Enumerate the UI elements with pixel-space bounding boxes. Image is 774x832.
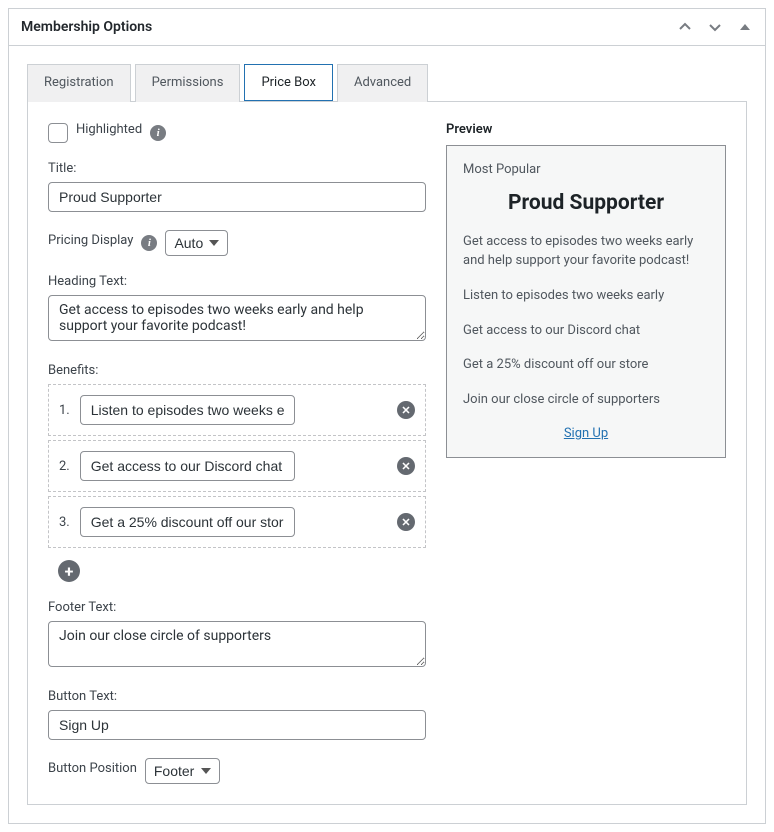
benefit-input[interactable] — [80, 451, 295, 481]
button-text-label: Button Text: — [48, 689, 117, 704]
help-icon[interactable]: i — [141, 235, 157, 251]
button-text-input[interactable] — [48, 710, 426, 740]
preview-signup-link[interactable]: Sign Up — [564, 426, 608, 441]
tabs: Registration Permissions Price Box Advan… — [27, 64, 747, 102]
preview-heading: Get access to episodes two weeks early a… — [463, 233, 709, 271]
preview-benefit: Get access to our Discord chat — [463, 322, 709, 341]
benefit-row[interactable]: 1. ✕ — [48, 384, 426, 436]
help-icon[interactable]: i — [150, 125, 166, 141]
tab-price-box[interactable]: Price Box — [244, 64, 333, 101]
remove-benefit-button[interactable]: ✕ — [397, 457, 415, 475]
button-text-field: Button Text: — [48, 689, 426, 740]
pricing-display-row: Pricing Display i Auto — [48, 230, 426, 256]
preview-title: Proud Supporter — [463, 191, 709, 215]
preview-signup: Sign Up — [463, 426, 709, 441]
title-input[interactable] — [48, 182, 426, 212]
panel-header: Membership Options — [9, 9, 765, 46]
button-position-select[interactable]: Footer — [145, 758, 220, 784]
title-field: Title: — [48, 161, 426, 212]
panel-body: Registration Permissions Price Box Advan… — [9, 46, 765, 823]
preview-benefit: Get a 25% discount off our store — [463, 356, 709, 375]
heading-text-label: Heading Text: — [48, 274, 127, 289]
footer-text-label: Footer Text: — [48, 600, 116, 615]
benefit-row[interactable]: 2. ✕ — [48, 440, 426, 492]
tab-content: Highlighted i Title: Pricing Display i A… — [27, 102, 747, 805]
preview-column: Preview Most Popular Proud Supporter Get… — [446, 122, 726, 784]
preview-label: Preview — [446, 122, 726, 137]
benefit-num: 2. — [59, 459, 70, 474]
highlighted-row: Highlighted i — [48, 122, 426, 143]
footer-text-field: Footer Text: Join our close circle of su… — [48, 600, 426, 671]
highlighted-label: Highlighted — [76, 122, 142, 137]
button-position-label: Button Position — [48, 761, 137, 776]
preview-most-popular: Most Popular — [463, 162, 709, 177]
heading-text-field: Heading Text: Get access to episodes two… — [48, 274, 426, 345]
preview-box: Most Popular Proud Supporter Get access … — [446, 145, 726, 458]
title-label: Title: — [48, 161, 76, 176]
pricing-display-label: Pricing Display — [48, 233, 133, 248]
remove-benefit-button[interactable]: ✕ — [397, 401, 415, 419]
benefits-list: 1. ✕ 2. ✕ 3. — [48, 384, 426, 548]
footer-text-input[interactable]: Join our close circle of supporters — [48, 621, 426, 667]
tab-registration[interactable]: Registration — [27, 64, 131, 102]
tab-permissions[interactable]: Permissions — [135, 64, 241, 102]
benefits-label: Benefits: — [48, 363, 98, 378]
benefit-num: 1. — [59, 403, 70, 418]
preview-footer: Join our close circle of supporters — [463, 391, 709, 410]
collapse-icon[interactable] — [737, 19, 753, 35]
panel-title: Membership Options — [21, 19, 152, 35]
panel-header-controls — [677, 19, 753, 35]
pricing-display-select[interactable]: Auto — [165, 230, 228, 256]
highlighted-checkbox[interactable] — [48, 123, 68, 143]
button-position-row: Button Position Footer — [48, 758, 426, 784]
move-down-icon[interactable] — [707, 19, 723, 35]
tab-advanced[interactable]: Advanced — [337, 64, 428, 102]
remove-benefit-button[interactable]: ✕ — [397, 513, 415, 531]
benefit-row[interactable]: 3. ✕ — [48, 496, 426, 548]
benefit-num: 3. — [59, 515, 70, 530]
heading-text-input[interactable]: Get access to episodes two weeks early a… — [48, 295, 426, 341]
preview-benefit: Listen to episodes two weeks early — [463, 287, 709, 306]
form-column: Highlighted i Title: Pricing Display i A… — [48, 122, 426, 784]
benefit-input[interactable] — [80, 395, 295, 425]
membership-options-panel: Membership Options Registration Permissi… — [8, 8, 766, 824]
benefits-field: Benefits: 1. ✕ 2. ✕ — [48, 363, 426, 582]
move-up-icon[interactable] — [677, 19, 693, 35]
add-benefit-button[interactable]: + — [58, 560, 80, 582]
benefit-input[interactable] — [80, 507, 295, 537]
